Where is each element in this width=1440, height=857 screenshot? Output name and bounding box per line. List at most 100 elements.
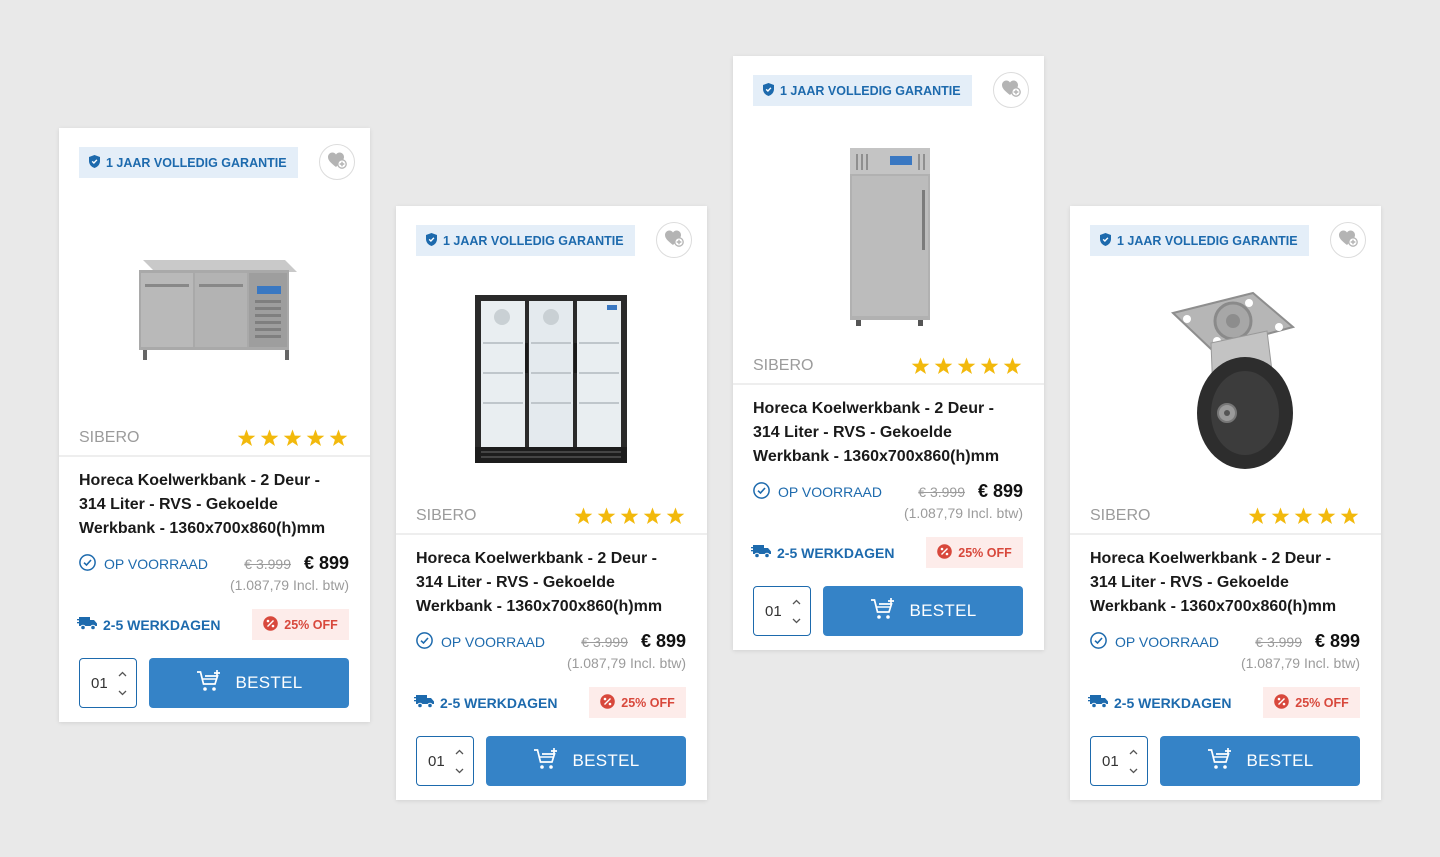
check-circle-icon <box>416 632 441 652</box>
wishlist-button[interactable] <box>993 72 1029 108</box>
quantity-input[interactable] <box>1091 737 1129 785</box>
percent-badge-icon <box>600 693 621 712</box>
divider <box>1070 533 1381 535</box>
delivery-label: 2-5 WERKDAGEN <box>1114 695 1232 711</box>
star-icon <box>1003 357 1022 375</box>
chevron-down-icon[interactable] <box>452 764 466 778</box>
chevron-down-icon[interactable] <box>789 614 803 628</box>
wishlist-button[interactable] <box>319 144 355 180</box>
product-title[interactable]: Horeca Koelwerkbank - 2 Deur - 314 Liter… <box>1090 547 1360 619</box>
cart-plus-icon <box>1207 747 1247 776</box>
delivery-label: 2-5 WERKDAGEN <box>440 695 558 711</box>
star-icon <box>329 429 348 447</box>
order-button-label: BESTEL <box>572 751 640 770</box>
quantity-input[interactable] <box>80 659 118 707</box>
price-incl-vat: (1.087,79 Incl. btw) <box>566 655 686 671</box>
percent-badge-icon <box>263 615 284 634</box>
stock-label: OP VOORRAAD <box>1115 634 1219 650</box>
delivery-time: 2-5 WERKDAGEN <box>414 694 557 712</box>
product-card: 1 JAAR VOLLEDIG GARANTIE SIBERO Horeca K… <box>733 56 1044 650</box>
quantity-stepper[interactable] <box>416 736 474 786</box>
star-icon <box>283 429 302 447</box>
star-icon <box>1248 507 1267 525</box>
heart-plus-icon <box>664 229 684 252</box>
stock-label: OP VOORRAAD <box>104 556 208 572</box>
star-icon <box>1317 507 1336 525</box>
shield-icon <box>1100 232 1117 249</box>
divider <box>733 383 1044 385</box>
wishlist-button[interactable] <box>656 222 692 258</box>
stock-label: OP VOORRAAD <box>778 484 882 500</box>
star-icon <box>934 357 953 375</box>
product-title[interactable]: Horeca Koelwerkbank - 2 Deur - 314 Liter… <box>416 547 686 619</box>
product-image[interactable] <box>1090 268 1361 498</box>
order-button[interactable]: BESTEL <box>149 658 349 708</box>
old-price: € 3.999 <box>581 634 628 650</box>
product-title[interactable]: Horeca Koelwerkbank - 2 Deur - 314 Liter… <box>753 397 1023 469</box>
discount-label: 25% OFF <box>1295 695 1349 710</box>
chevron-up-icon[interactable] <box>1126 745 1140 759</box>
stock-label: OP VOORRAAD <box>441 634 545 650</box>
quantity-stepper[interactable] <box>753 586 811 636</box>
quantity-stepper[interactable] <box>79 658 137 708</box>
order-button[interactable]: BESTEL <box>823 586 1023 636</box>
check-circle-icon <box>79 554 104 574</box>
discount-label: 25% OFF <box>958 545 1012 560</box>
display-fridge-image <box>474 295 627 463</box>
chevron-up-icon[interactable] <box>452 745 466 759</box>
shield-icon <box>763 82 780 99</box>
rating-stars <box>574 507 685 525</box>
discount-badge: 25% OFF <box>589 687 686 718</box>
chevron-down-icon[interactable] <box>115 686 129 700</box>
guarantee-badge: 1 JAAR VOLLEDIG GARANTIE <box>416 225 635 256</box>
heart-plus-icon <box>1338 229 1358 252</box>
check-circle-icon <box>1090 632 1115 652</box>
guarantee-badge: 1 JAAR VOLLEDIG GARANTIE <box>79 147 298 178</box>
order-button-label: BESTEL <box>909 601 977 620</box>
discount-badge: 25% OFF <box>926 537 1023 568</box>
rating-stars <box>911 357 1022 375</box>
order-button[interactable]: BESTEL <box>486 736 686 786</box>
rating-stars <box>1248 507 1359 525</box>
stock-status: OP VOORRAAD <box>416 632 545 652</box>
price: € 899 <box>1314 631 1360 651</box>
quantity-input[interactable] <box>754 587 792 635</box>
delivery-label: 2-5 WERKDAGEN <box>777 545 895 561</box>
product-image[interactable] <box>753 118 1024 348</box>
old-price: € 3.999 <box>244 556 291 572</box>
delivery-time: 2-5 WERKDAGEN <box>77 616 220 634</box>
wishlist-button[interactable] <box>1330 222 1366 258</box>
percent-badge-icon <box>937 543 958 562</box>
star-icon <box>620 507 639 525</box>
chevron-down-icon[interactable] <box>1126 764 1140 778</box>
discount-badge: 25% OFF <box>1263 687 1360 718</box>
star-icon <box>911 357 930 375</box>
product-image[interactable] <box>416 268 687 498</box>
product-card: 1 JAAR VOLLEDIG GARANTIE SIBERO Horeca K… <box>396 206 707 800</box>
star-icon <box>957 357 976 375</box>
order-button[interactable]: BESTEL <box>1160 736 1360 786</box>
delivery-label: 2-5 WERKDAGEN <box>103 617 221 633</box>
guarantee-label: 1 JAAR VOLLEDIG GARANTIE <box>106 155 287 170</box>
quantity-input[interactable] <box>417 737 455 785</box>
discount-badge: 25% OFF <box>252 609 349 640</box>
stock-status: OP VOORRAAD <box>753 482 882 502</box>
rating-stars <box>237 429 348 447</box>
chevron-up-icon[interactable] <box>789 595 803 609</box>
product-image[interactable] <box>79 190 350 420</box>
shield-icon <box>89 154 106 171</box>
delivery-time: 2-5 WERKDAGEN <box>1088 694 1231 712</box>
price-incl-vat: (1.087,79 Incl. btw) <box>903 505 1023 521</box>
heart-plus-icon <box>327 151 347 174</box>
truck-icon <box>1088 694 1114 712</box>
heart-plus-icon <box>1001 79 1021 102</box>
product-title[interactable]: Horeca Koelwerkbank - 2 Deur - 314 Liter… <box>79 469 349 541</box>
guarantee-badge: 1 JAAR VOLLEDIG GARANTIE <box>1090 225 1309 256</box>
quantity-stepper[interactable] <box>1090 736 1148 786</box>
chevron-up-icon[interactable] <box>115 667 129 681</box>
order-button-label: BESTEL <box>1246 751 1314 770</box>
stock-status: OP VOORRAAD <box>79 554 208 574</box>
price-incl-vat: (1.087,79 Incl. btw) <box>229 577 349 593</box>
product-card: 1 JAAR VOLLEDIG GARANTIE SIBERO Horeca K… <box>59 128 370 722</box>
cart-plus-icon <box>533 747 573 776</box>
